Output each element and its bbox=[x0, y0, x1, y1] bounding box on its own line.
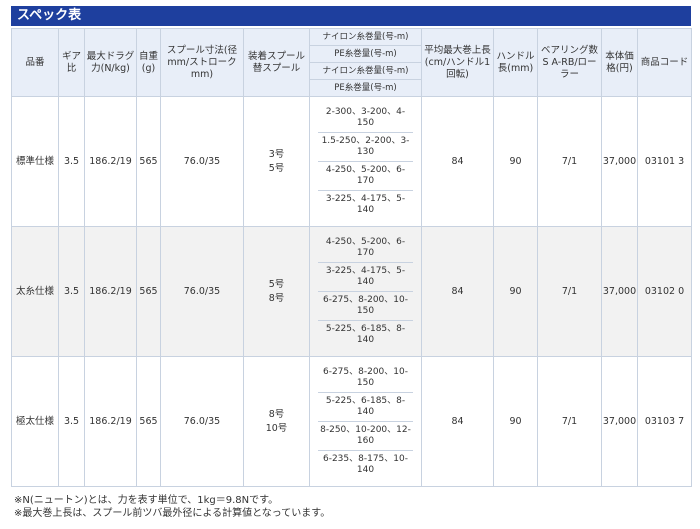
cell-handle: 90 bbox=[493, 96, 538, 227]
header-drag: 最大ドラグ力(N/kg) bbox=[84, 28, 137, 97]
cell-drag: 186.2/19 bbox=[84, 356, 137, 487]
capacity-item: 2-300、3-200、4-150 bbox=[318, 104, 413, 133]
capacity-item: 6-275、8-200、10-150 bbox=[318, 292, 413, 321]
cell-handle: 90 bbox=[493, 356, 538, 487]
header-code: 商品コード bbox=[637, 28, 692, 97]
capacity-item: 3-225、4-175、5-140 bbox=[318, 263, 413, 292]
spool-main: 5号 bbox=[268, 278, 285, 290]
cell-code: 03102 0 bbox=[637, 226, 692, 357]
spool-spare: 8号 bbox=[268, 292, 285, 304]
cell-bearing: 7/1 bbox=[537, 96, 602, 227]
cell-spool: 5号 8号 bbox=[243, 226, 310, 357]
header-spool: 装着スプール 替スプール bbox=[243, 28, 310, 97]
spec-table: 品番 ギア比 最大ドラグ力(N/kg) 自重(g) スプール寸法(径mm/ストロ… bbox=[11, 28, 692, 487]
capacity-item: 5-225、6-185、8-140 bbox=[318, 393, 413, 422]
cell-drag: 186.2/19 bbox=[84, 226, 137, 357]
header-gear: ギア比 bbox=[58, 28, 85, 97]
cell-model: 太糸仕様 bbox=[11, 226, 59, 357]
cell-spool: 8号 10号 bbox=[243, 356, 310, 487]
capacity-item: 4-250、5-200、6-170 bbox=[318, 162, 413, 191]
cell-retrieve: 84 bbox=[421, 96, 494, 227]
cell-retrieve: 84 bbox=[421, 226, 494, 357]
header-retrieve: 平均最大巻上長(cm/ハンドル1回転) bbox=[421, 28, 494, 97]
cell-spool-dim: 76.0/35 bbox=[160, 356, 244, 487]
header-capacity-3: ナイロン糸巻量(号-m) bbox=[310, 63, 421, 80]
spool-main: 3号 bbox=[268, 148, 285, 160]
header-spool-dim: スプール寸法(径mm/ストロークmm) bbox=[160, 28, 244, 97]
cell-price: 37,000 bbox=[601, 356, 638, 487]
capacity-item: 6-235、8-175、10-140 bbox=[322, 454, 408, 475]
page-title: スペック表 bbox=[11, 6, 691, 26]
cell-capacity: 4-250、5-200、6-170 3-225、4-175、5-140 6-27… bbox=[309, 226, 422, 357]
cell-handle: 90 bbox=[493, 226, 538, 357]
header-bearing: ベアリング数S A-RB/ローラー bbox=[537, 28, 602, 97]
cell-model: 極太仕様 bbox=[11, 356, 59, 487]
cell-weight: 565 bbox=[136, 226, 161, 357]
cell-weight: 565 bbox=[136, 356, 161, 487]
cell-gear: 3.5 bbox=[58, 226, 85, 357]
spool-main: 8号 bbox=[268, 408, 285, 420]
table-row: 極太仕様 3.5 186.2/19 565 76.0/35 8号 10号 6-2… bbox=[11, 356, 692, 487]
cell-spool-dim: 76.0/35 bbox=[160, 96, 244, 227]
header-capacity-4: PE糸巻量(号-m) bbox=[334, 83, 397, 93]
cell-capacity: 2-300、3-200、4-150 1.5-250、2-200、3-130 4-… bbox=[309, 96, 422, 227]
cell-retrieve: 84 bbox=[421, 356, 494, 487]
cell-gear: 3.5 bbox=[58, 356, 85, 487]
capacity-item: 8-250、10-200、12-160 bbox=[318, 422, 413, 451]
cell-code: 03101 3 bbox=[637, 96, 692, 227]
cell-capacity: 6-275、8-200、10-150 5-225、6-185、8-140 8-2… bbox=[309, 356, 422, 487]
capacity-item: 5-225、6-185、8-140 bbox=[325, 324, 406, 345]
spool-spare: 10号 bbox=[265, 422, 288, 434]
footnote: ※N(ニュートン)とは、力を表す単位で、1kg＝9.8Nです。 bbox=[14, 495, 279, 506]
cell-spool-dim: 76.0/35 bbox=[160, 226, 244, 357]
cell-spool: 3号 5号 bbox=[243, 96, 310, 227]
header-capacity-2: PE糸巻量(号-m) bbox=[310, 46, 421, 63]
cell-price: 37,000 bbox=[601, 226, 638, 357]
footnote: ※最大巻上長は、スプール前ツバ最外径による計算値となっています。 bbox=[14, 508, 331, 519]
header-capacity: ナイロン糸巻量(号-m) PE糸巻量(号-m) ナイロン糸巻量(号-m) PE糸… bbox=[309, 28, 422, 97]
header-row: 品番 ギア比 最大ドラグ力(N/kg) 自重(g) スプール寸法(径mm/ストロ… bbox=[11, 28, 692, 97]
capacity-item: 3-225、4-175、5-140 bbox=[325, 194, 406, 215]
header-handle: ハンドル長(mm) bbox=[493, 28, 538, 97]
capacity-item: 4-250、5-200、6-170 bbox=[318, 234, 413, 263]
header-price: 本体価格(円) bbox=[601, 28, 638, 97]
cell-gear: 3.5 bbox=[58, 96, 85, 227]
cell-price: 37,000 bbox=[601, 96, 638, 227]
footnotes: ※N(ニュートン)とは、力を表す単位で、1kg＝9.8Nです。 ※最大巻上長は、… bbox=[14, 494, 330, 520]
cell-model: 標準仕様 bbox=[11, 96, 59, 227]
cell-code: 03103 7 bbox=[637, 356, 692, 487]
table-row: 太糸仕様 3.5 186.2/19 565 76.0/35 5号 8号 4-25… bbox=[11, 226, 692, 357]
cell-drag: 186.2/19 bbox=[84, 96, 137, 227]
capacity-item: 1.5-250、2-200、3-130 bbox=[318, 133, 413, 162]
header-weight: 自重(g) bbox=[136, 28, 161, 97]
cell-weight: 565 bbox=[136, 96, 161, 227]
spool-spare: 5号 bbox=[268, 162, 285, 174]
cell-bearing: 7/1 bbox=[537, 226, 602, 357]
header-capacity-1: ナイロン糸巻量(号-m) bbox=[310, 29, 421, 46]
table-row: 標準仕様 3.5 186.2/19 565 76.0/35 3号 5号 2-30… bbox=[11, 96, 692, 227]
header-model: 品番 bbox=[11, 28, 59, 97]
capacity-item: 6-275、8-200、10-150 bbox=[318, 364, 413, 393]
cell-bearing: 7/1 bbox=[537, 356, 602, 487]
